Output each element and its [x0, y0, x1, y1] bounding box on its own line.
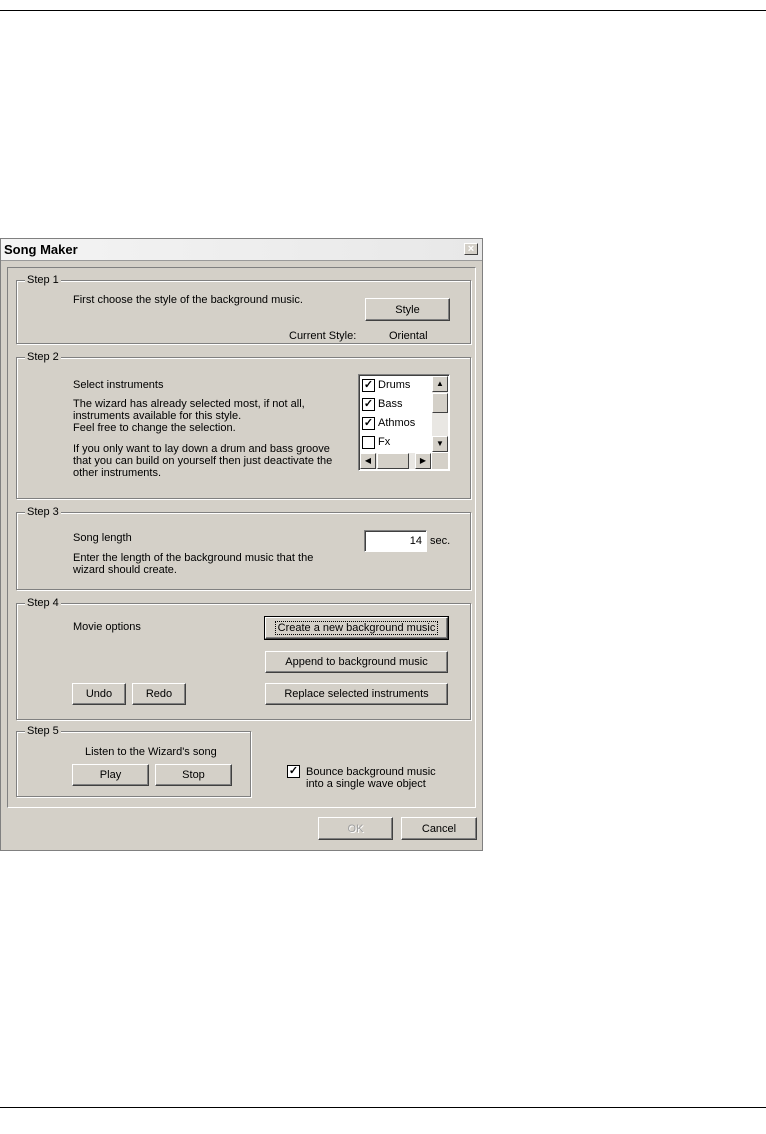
step3-label: Step 3	[25, 506, 61, 518]
step1-group: Step 1 First choose the style of the bac…	[16, 274, 471, 344]
instrument-name: Athmos	[378, 417, 416, 429]
vertical-scroll-thumb[interactable]	[432, 393, 448, 413]
step3-desc-line2: wizard should create.	[73, 564, 177, 576]
horizontal-scroll-thumb[interactable]	[377, 453, 409, 469]
scrollbar-corner	[432, 453, 448, 469]
play-button-label: Play	[99, 769, 122, 781]
song-length-input[interactable]: 14	[364, 530, 427, 552]
dialog-client-area: Step 1 First choose the style of the bac…	[7, 267, 476, 808]
step1-label: Step 1	[25, 274, 61, 286]
step5-group: Step 5 Listen to the Wizard's song Play …	[16, 725, 251, 797]
instrument-name: Bass	[378, 398, 403, 410]
scroll-left-icon[interactable]: ◀	[360, 453, 376, 469]
instrument-name: Drums	[378, 379, 411, 391]
step3-group: Step 3 Song length Enter the length of t…	[16, 506, 471, 590]
step2-desc-line1: The wizard has already selected most, if…	[73, 398, 305, 410]
window-title: Song Maker	[4, 242, 78, 257]
redo-button[interactable]: Redo	[132, 683, 186, 705]
redo-button-label: Redo	[145, 688, 173, 700]
cancel-button[interactable]: Cancel	[401, 817, 477, 840]
drums-checkbox[interactable]: ✓	[362, 378, 375, 392]
bounce-label-line1: Bounce background music	[306, 766, 436, 778]
instrument-listbox[interactable]: ✓ Drums ✓ Bass ✓ Athmos Fx ▲ ▼ ◀ ▶	[358, 374, 450, 471]
bounce-label-line2: into a single wave object	[306, 778, 426, 790]
append-music-button[interactable]: Append to background music	[265, 651, 448, 673]
style-button-label: Style	[395, 303, 420, 316]
instrument-item-athmos[interactable]: ✓ Athmos	[362, 415, 415, 431]
step5-heading: Listen to the Wizard's song	[85, 746, 217, 758]
ok-button-label: OK	[347, 822, 364, 835]
fx-checkbox[interactable]	[362, 435, 375, 449]
instrument-item-bass[interactable]: ✓ Bass	[362, 396, 402, 412]
step4-group: Step 4 Movie options Create a new backgr…	[16, 597, 471, 720]
page-top-rule	[0, 10, 766, 11]
step1-description: First choose the style of the background…	[73, 294, 303, 306]
stop-button[interactable]: Stop	[155, 764, 232, 786]
scroll-down-icon[interactable]: ▼	[432, 436, 448, 452]
step3-desc-line1: Enter the length of the background music…	[73, 552, 314, 564]
instrument-item-drums[interactable]: ✓ Drums	[362, 377, 410, 393]
step5-label: Step 5	[25, 725, 61, 737]
step2-group: Step 2 Select instruments The wizard has…	[16, 351, 471, 499]
song-maker-dialog: Song Maker × Step 1 First choose the sty…	[0, 238, 483, 851]
title-bar[interactable]: Song Maker ×	[1, 239, 482, 261]
instrument-item-fx[interactable]: Fx	[362, 434, 390, 450]
step2-desc-line2: instruments available for this style.	[73, 410, 242, 422]
list-vertical-scrollbar[interactable]: ▲ ▼	[432, 376, 448, 452]
stop-button-label: Stop	[182, 769, 205, 781]
step2-desc-line4: If you only want to lay down a drum and …	[73, 443, 330, 455]
create-button-label: Create a new background music	[274, 621, 439, 635]
scroll-right-icon[interactable]: ▶	[415, 453, 431, 469]
cancel-button-label: Cancel	[421, 822, 457, 835]
instrument-name: Fx	[378, 436, 391, 448]
step4-heading: Movie options	[73, 621, 141, 633]
bounce-option[interactable]: ✓ Bounce background music into a single …	[287, 765, 457, 793]
song-length-unit: sec.	[430, 535, 451, 547]
current-style-label: Current Style:	[289, 330, 357, 342]
replace-instruments-button[interactable]: Replace selected instruments	[265, 683, 448, 705]
play-button[interactable]: Play	[72, 764, 149, 786]
close-icon[interactable]: ×	[464, 243, 478, 255]
step2-desc-line5: that you can build on yourself then just…	[73, 455, 333, 467]
step2-label: Step 2	[25, 351, 61, 363]
style-button[interactable]: Style	[365, 298, 450, 321]
current-style-value: Oriental	[389, 330, 428, 342]
step2-heading: Select instruments	[73, 379, 164, 391]
list-horizontal-scrollbar[interactable]: ◀ ▶	[360, 453, 431, 469]
create-new-music-button[interactable]: Create a new background music	[264, 616, 449, 640]
athmos-checkbox[interactable]: ✓	[362, 416, 375, 430]
page-bottom-rule	[0, 1107, 766, 1108]
step3-heading: Song length	[73, 532, 132, 544]
step2-desc-line3: Feel free to change the selection.	[73, 422, 236, 434]
undo-button[interactable]: Undo	[72, 683, 126, 705]
bass-checkbox[interactable]: ✓	[362, 397, 375, 411]
replace-button-label: Replace selected instruments	[284, 688, 429, 700]
bounce-checkbox[interactable]: ✓	[287, 765, 300, 778]
undo-button-label: Undo	[85, 688, 113, 700]
scroll-up-icon[interactable]: ▲	[432, 376, 448, 392]
append-button-label: Append to background music	[285, 656, 428, 668]
ok-button[interactable]: OK	[318, 817, 393, 840]
step2-desc-line6: other instruments.	[73, 467, 162, 479]
step4-label: Step 4	[25, 597, 61, 609]
